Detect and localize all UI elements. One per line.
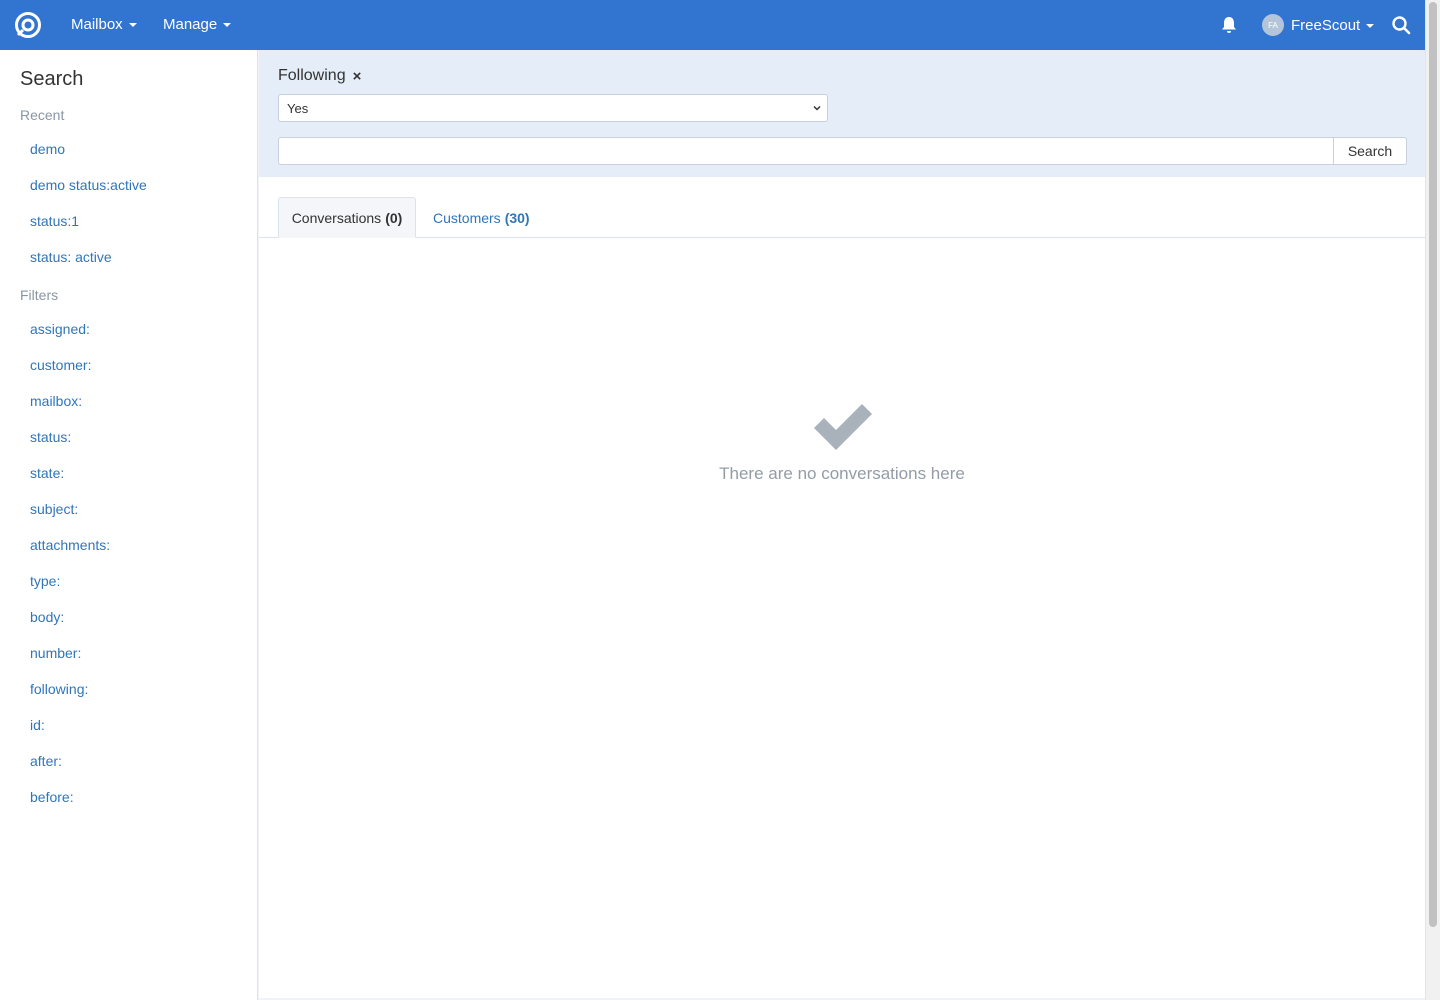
mailbox-menu-label: Mailbox xyxy=(71,16,123,33)
caret-down-icon xyxy=(223,23,232,27)
filters-heading: Filters xyxy=(20,287,59,303)
tab-conversations-label: Conversations xyxy=(291,209,382,226)
filter-link-number[interactable]: number: xyxy=(30,645,81,661)
recent-heading: Recent xyxy=(20,107,65,123)
tab-customers[interactable]: Customers (30) xyxy=(433,197,530,238)
filter-link-body[interactable]: body: xyxy=(30,609,64,625)
mailbox-menu[interactable]: Mailbox xyxy=(71,16,137,33)
tab-customers-count: (30) xyxy=(504,209,530,226)
filter-link-customer[interactable]: customer: xyxy=(30,357,91,373)
filter-label: Following xyxy=(278,67,346,84)
filter-link-before[interactable]: before: xyxy=(30,789,74,805)
filter-link-state[interactable]: state: xyxy=(30,465,64,481)
search-button[interactable]: Search xyxy=(1333,137,1407,165)
recent-search-link[interactable]: demo status:active xyxy=(30,177,147,193)
search-sidebar: Search Recent demo demo status:active st… xyxy=(0,50,258,1000)
bell-icon[interactable] xyxy=(1219,15,1239,35)
tab-conversations[interactable]: Conversations (0) xyxy=(278,197,416,238)
sidebar-title: Search xyxy=(20,68,84,90)
filter-link-status[interactable]: status: xyxy=(30,429,71,445)
following-filter: Following × xyxy=(278,67,361,85)
filter-link-type[interactable]: type: xyxy=(30,573,60,589)
filter-link-after[interactable]: after: xyxy=(30,753,62,769)
following-select-value: Yes xyxy=(287,100,309,116)
filter-link-subject[interactable]: subject: xyxy=(30,501,78,517)
remove-filter-icon[interactable]: × xyxy=(353,68,362,85)
scrollbar-thumb[interactable] xyxy=(1429,2,1437,927)
manage-menu[interactable]: Manage xyxy=(163,16,232,33)
empty-state-text: There are no conversations here xyxy=(719,464,965,483)
filter-link-following[interactable]: following: xyxy=(30,681,88,697)
manage-menu-label: Manage xyxy=(163,16,218,33)
tab-conversations-count: (0) xyxy=(385,209,403,226)
freescout-logo-icon[interactable] xyxy=(14,11,42,39)
main-content: Following × Yes Search Conversations (0)… xyxy=(259,50,1425,998)
user-name: FreeScout xyxy=(1291,16,1361,34)
recent-search-link[interactable]: status:1 xyxy=(30,213,79,229)
filter-link-mailbox[interactable]: mailbox: xyxy=(30,393,82,409)
search-input[interactable] xyxy=(278,137,1334,165)
user-menu[interactable]: FA FreeScout xyxy=(1262,14,1375,36)
chevron-down-icon xyxy=(813,105,821,111)
recent-search-link[interactable]: status: active xyxy=(30,249,112,265)
empty-state: There are no conversations here xyxy=(259,400,1425,484)
filter-link-id[interactable]: id: xyxy=(30,717,45,733)
result-tabs: Conversations (0) Customers (30) xyxy=(259,197,1425,238)
checkmark-icon xyxy=(814,404,872,450)
page-scrollbar[interactable] xyxy=(1425,0,1440,1000)
recent-search-link[interactable]: demo xyxy=(30,141,65,157)
top-navbar: Mailbox Manage FA FreeScout xyxy=(0,0,1425,50)
filter-link-attachments[interactable]: attachments: xyxy=(30,537,110,553)
caret-down-icon xyxy=(128,23,137,27)
search-panel: Following × Yes Search xyxy=(259,50,1425,177)
following-select[interactable]: Yes xyxy=(278,94,828,122)
caret-down-icon xyxy=(1366,23,1375,28)
search-icon[interactable] xyxy=(1391,15,1411,35)
filter-link-assigned[interactable]: assigned: xyxy=(30,321,90,337)
tab-customers-label: Customers xyxy=(433,209,501,226)
avatar: FA xyxy=(1262,14,1284,36)
